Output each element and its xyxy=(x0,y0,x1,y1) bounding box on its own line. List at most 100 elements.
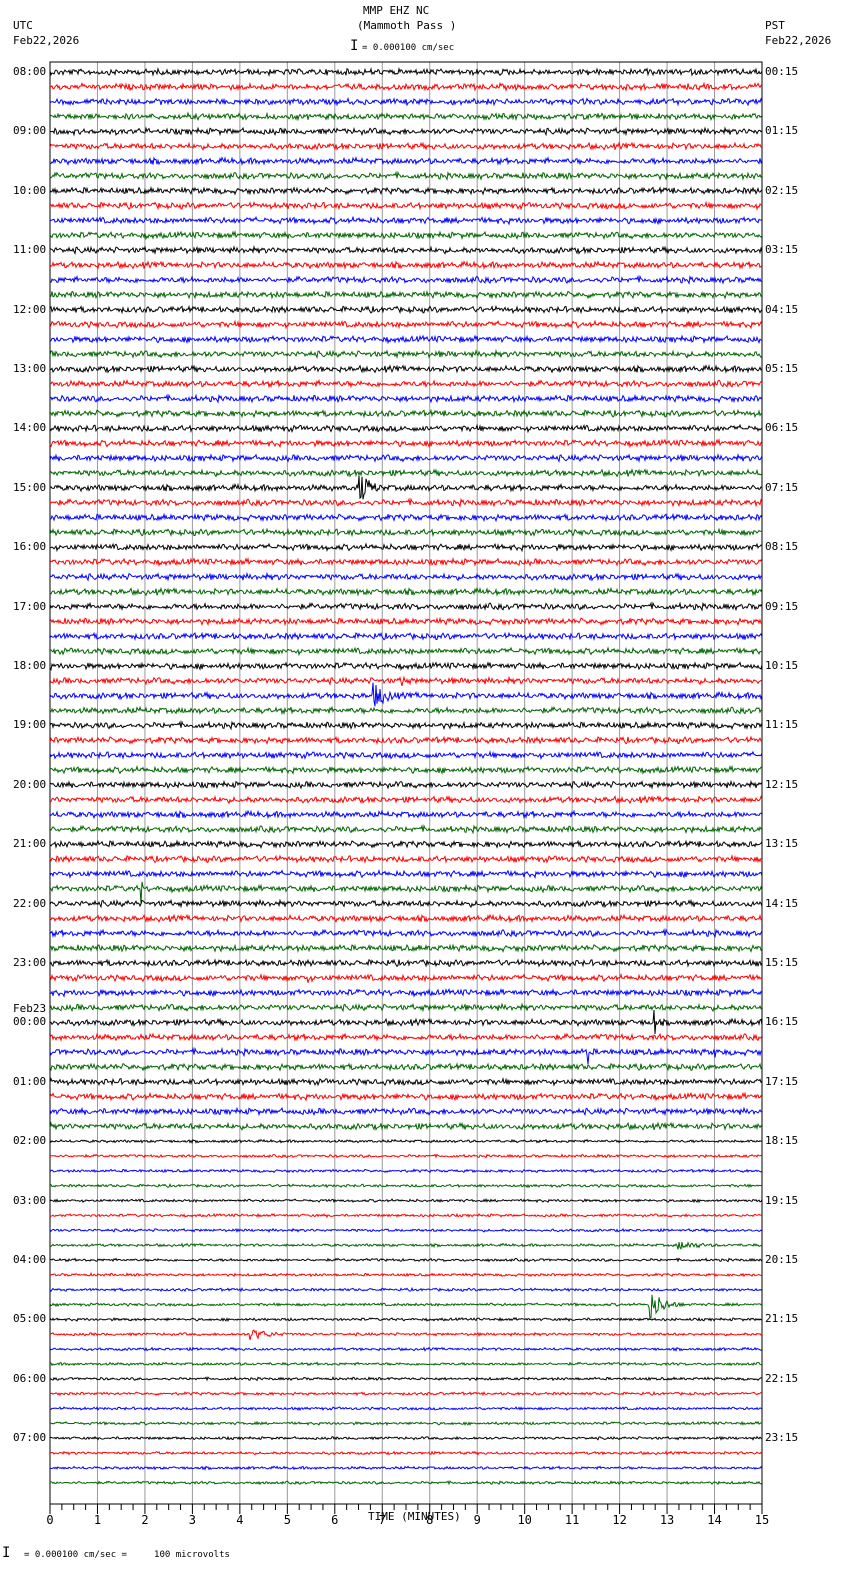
trace-line xyxy=(49,972,763,983)
x-tick-label: 0 xyxy=(46,1513,53,1527)
trace-line xyxy=(49,1272,763,1278)
pst-hour-label: 18:15 xyxy=(765,1134,799,1148)
trace-line xyxy=(49,675,763,687)
trace-line xyxy=(49,66,763,78)
trace-line xyxy=(49,1077,763,1087)
trace-line xyxy=(49,364,763,374)
pst-hour-label: 22:15 xyxy=(765,1371,799,1385)
trace-line xyxy=(49,1420,763,1426)
x-tick-label: 7 xyxy=(379,1513,386,1527)
trace-line xyxy=(49,720,763,731)
trace-line xyxy=(49,185,763,196)
pst-hour-label: 23:15 xyxy=(765,1431,799,1445)
pst-hour-label: 09:15 xyxy=(765,599,799,613)
x-tick-label: 4 xyxy=(236,1513,243,1527)
trace-line xyxy=(49,378,763,389)
utc-hour-label: 13:00 xyxy=(13,362,47,375)
trace-line xyxy=(49,1212,763,1218)
utc-hour-label: 01:00 xyxy=(13,1074,47,1088)
utc-hour-label: 03:00 xyxy=(13,1193,47,1207)
utc-hour-label: 14:00 xyxy=(13,421,47,435)
utc-hour-label: 16:00 xyxy=(13,540,47,554)
helicorder: MMP EHZ NC (Mammoth Pass ) UTC Feb22,202… xyxy=(0,0,850,1584)
trace-line xyxy=(49,468,763,478)
trace-line xyxy=(49,1121,763,1131)
trace-line xyxy=(49,1316,763,1323)
trace-line xyxy=(49,1062,763,1072)
pst-hour-label: 10:15 xyxy=(765,659,799,672)
utc-hour-label: 15:00 xyxy=(13,480,47,494)
pst-hour-label: 08:15 xyxy=(765,540,799,554)
x-tick-label: 3 xyxy=(189,1513,196,1527)
trace-line xyxy=(49,245,763,256)
trace-line xyxy=(49,438,763,449)
trace-line xyxy=(49,1168,763,1174)
x-tick-label: 10 xyxy=(517,1513,531,1527)
pst-hour-label: 05:15 xyxy=(765,362,799,375)
trace-line xyxy=(49,1032,763,1042)
trace-line xyxy=(49,1153,763,1159)
trace-line xyxy=(49,304,763,315)
trace-line xyxy=(49,1406,763,1412)
trace-line xyxy=(49,126,763,137)
x-tick-label: 6 xyxy=(331,1513,338,1527)
utc-hour-label: 00:00 xyxy=(13,1015,47,1029)
trace-line xyxy=(49,542,763,553)
trace-line xyxy=(49,556,763,567)
utc-hour-label: 20:00 xyxy=(13,777,47,791)
trace-line xyxy=(49,260,763,271)
trace-line xyxy=(49,764,763,775)
pst-hour-label: 20:15 xyxy=(765,1253,799,1266)
pst-hour-label: 14:15 xyxy=(765,896,799,910)
utc-hour-label: 21:00 xyxy=(13,837,47,851)
trace-line xyxy=(49,1390,763,1397)
trace-line xyxy=(49,779,763,790)
trace-line xyxy=(49,987,763,998)
trace-line xyxy=(49,1009,763,1035)
trace-line xyxy=(49,682,763,707)
utc-hour-label: 02:00 xyxy=(13,1134,47,1148)
trace-line xyxy=(49,81,763,92)
pst-hour-label: 11:15 xyxy=(765,718,799,732)
trace-line xyxy=(49,943,763,954)
trace-line xyxy=(49,616,763,627)
pst-hour-label: 03:15 xyxy=(765,243,799,257)
pst-hour-label: 07:15 xyxy=(765,480,799,494)
trace-line xyxy=(49,408,763,419)
pst-hour-label: 17:15 xyxy=(765,1074,799,1088)
trace-line xyxy=(49,928,763,939)
trace-line xyxy=(49,1479,763,1486)
trace-line xyxy=(49,1346,763,1352)
trace-line xyxy=(49,646,763,657)
trace-line xyxy=(49,96,763,107)
utc-hour-label: 05:00 xyxy=(13,1312,47,1326)
trace-line xyxy=(49,1197,763,1204)
utc-hour-label: 06:00 xyxy=(13,1371,47,1385)
utc-hour-label: 12:00 xyxy=(13,302,47,316)
trace-line xyxy=(49,1046,763,1065)
trace-line xyxy=(49,1286,763,1293)
trace-line xyxy=(49,1106,763,1117)
trace-line xyxy=(49,586,763,597)
trace-line xyxy=(49,1241,763,1250)
utc-hour-label: 22:00 xyxy=(13,896,47,910)
trace-line xyxy=(49,571,763,582)
pst-hour-label: 06:15 xyxy=(765,421,799,435)
x-tick-label: 13 xyxy=(660,1513,674,1527)
trace-line xyxy=(49,512,763,523)
pst-hour-label: 12:15 xyxy=(765,777,799,791)
pst-hour-label: 21:15 xyxy=(765,1312,799,1326)
trace-line xyxy=(49,423,763,434)
trace-line xyxy=(49,1227,763,1233)
trace-line xyxy=(49,631,763,642)
trace-line xyxy=(49,1002,763,1013)
trace-line xyxy=(49,750,763,761)
trace-line xyxy=(49,735,763,746)
trace-line xyxy=(49,661,763,672)
trace-line xyxy=(49,1329,763,1341)
trace-line xyxy=(49,601,763,612)
utc-hour-label: 17:00 xyxy=(13,599,47,613)
trace-line xyxy=(49,824,763,835)
trace-line xyxy=(49,854,763,864)
trace-line xyxy=(49,111,763,122)
